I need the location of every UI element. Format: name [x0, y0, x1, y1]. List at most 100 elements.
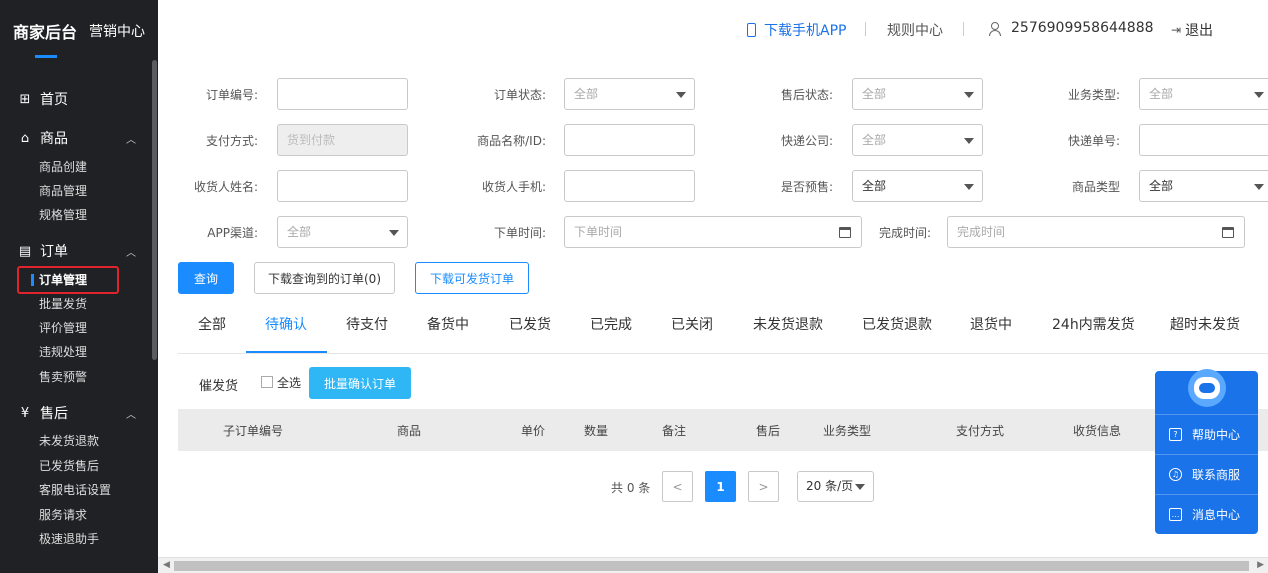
scroll-left-icon[interactable]: ◀ [163, 560, 170, 570]
sidebar-item-service-request[interactable]: 服务请求 [39, 506, 87, 523]
col-unit-price: 单价 [521, 424, 546, 438]
help-center-label: 帮助中心 [1192, 428, 1241, 442]
next-page-button[interactable]: > [748, 471, 779, 502]
courier-select[interactable]: 全部 [852, 124, 983, 156]
page-1-button[interactable]: 1 [705, 471, 736, 502]
sidebar-item-label: 首页 [40, 92, 68, 108]
robot-face-icon [1194, 377, 1220, 399]
caret-down-icon [1254, 92, 1264, 98]
order-status-value: 全部 [574, 87, 599, 101]
col-biz-type: 业务类型 [823, 424, 872, 438]
sidebar-group-orders[interactable]: ▤ 订单 ︿ [18, 241, 136, 261]
product-type-label: 商品类型 [1071, 180, 1120, 194]
prev-page-button[interactable]: < [662, 471, 693, 502]
grid-icon: ⊞ [19, 91, 31, 107]
service-float-panel: ? 帮助中心 ♫ 联系商服 … 消息中心 [1155, 369, 1258, 534]
contact-service-button[interactable]: ♫ 联系商服 [1155, 454, 1258, 494]
query-button[interactable]: 查询 [178, 262, 234, 294]
tab-unshipped-refund[interactable]: 未发货退款 [753, 314, 823, 334]
page-size-value: 20 条/页 [806, 479, 854, 493]
sidebar-item-sales-alert[interactable]: 售卖预警 [39, 368, 87, 385]
tab-returning[interactable]: 退货中 [970, 314, 1012, 334]
presale-value: 全部 [862, 179, 887, 193]
scroll-right-icon[interactable]: ▶ [1257, 560, 1264, 570]
col-product: 商品 [397, 424, 422, 438]
logout-button[interactable]: ⇥ 退出 [1171, 20, 1213, 40]
biz-type-select[interactable]: 全部 [1139, 78, 1268, 110]
page-size-select[interactable]: 20 条/页 [797, 471, 874, 502]
brand-title[interactable]: 商家后台 [13, 19, 77, 43]
tab-preparing[interactable]: 备货中 [427, 314, 469, 334]
order-no-input[interactable] [277, 78, 408, 110]
sidebar-item-spec-manage[interactable]: 规格管理 [39, 206, 87, 223]
tab-overdue-unshipped[interactable]: 超时未发货 [1170, 314, 1240, 334]
sidebar-item-home[interactable]: ⊞ 首页 [18, 89, 68, 109]
download-app-link[interactable]: 下载手机APP [747, 20, 846, 40]
tab-all[interactable]: 全部 [198, 314, 226, 334]
batch-confirm-button[interactable]: 批量确认订单 [309, 367, 411, 399]
header-divider [963, 22, 964, 36]
sidebar-item-review-manage[interactable]: 评价管理 [39, 319, 87, 336]
col-sub-order-no: 子订单编号 [223, 424, 284, 438]
order-status-select[interactable]: 全部 [564, 78, 695, 110]
order-time-picker[interactable]: 下单时间 [564, 216, 862, 248]
tab-ship-within-24h[interactable]: 24h内需发货 [1052, 314, 1135, 334]
col-quantity: 数量 [584, 424, 609, 438]
product-name-input[interactable] [564, 124, 695, 156]
tab-pending-payment[interactable]: 待支付 [346, 314, 388, 334]
receiver-phone-label: 收货人手机: [481, 180, 546, 194]
receiver-phone-input[interactable] [564, 170, 695, 202]
sidebar-item-unshipped-refund[interactable]: 未发货退款 [39, 432, 99, 449]
tracking-no-input[interactable] [1139, 124, 1268, 156]
tab-closed[interactable]: 已关闭 [671, 314, 713, 334]
tab-shipped-refund[interactable]: 已发货退款 [862, 314, 932, 334]
scrollbar-thumb[interactable] [174, 561, 1249, 571]
sidebar-scrollbar[interactable] [152, 60, 157, 360]
sidebar-group-products[interactable]: ⌂ 商品 ︿ [18, 128, 136, 148]
sidebar-item-fast-refund[interactable]: 极速退助手 [39, 530, 99, 547]
user-id: 2576909958644888 [1011, 20, 1154, 36]
caret-down-icon [964, 138, 974, 144]
sidebar-item-violation[interactable]: 违规处理 [39, 343, 87, 360]
biz-type-label: 业务类型: [1067, 88, 1120, 102]
brand-subtitle-marketing-center[interactable]: 营销中心 [89, 21, 145, 41]
rules-center-link[interactable]: 规则中心 [887, 20, 943, 40]
receiver-name-input[interactable] [277, 170, 408, 202]
message-center-button[interactable]: … 消息中心 [1155, 494, 1258, 534]
after-sale-status-label: 售后状态: [780, 88, 833, 102]
tab-pending-confirm[interactable]: 待确认 [265, 314, 307, 334]
courier-label: 快递公司: [780, 134, 833, 148]
select-all-label[interactable]: 全选 [277, 374, 301, 391]
sidebar-item-order-manage[interactable]: 订单管理 [39, 271, 87, 288]
presale-select[interactable]: 全部 [852, 170, 983, 202]
sidebar-item-product-create[interactable]: 商品创建 [39, 158, 87, 175]
caret-down-icon [676, 92, 686, 98]
sidebar-item-shipped-aftersale[interactable]: 已发货售后 [39, 457, 99, 474]
download-shippable-orders-button[interactable]: 下载可发货订单 [415, 262, 529, 294]
sidebar-item-batch-ship[interactable]: 批量发货 [39, 295, 87, 312]
sidebar-item-service-phone[interactable]: 客服电话设置 [39, 481, 111, 498]
col-remark: 备注 [662, 424, 687, 438]
logout-label: 退出 [1185, 23, 1214, 39]
order-time-label: 下单时间: [493, 226, 546, 240]
urge-shipment-label[interactable]: 催发货 [199, 375, 238, 394]
yen-icon: ¥ [20, 405, 30, 421]
after-sale-status-select[interactable]: 全部 [852, 78, 983, 110]
col-pay-method: 支付方式 [956, 424, 1005, 438]
finish-time-picker[interactable]: 完成时间 [947, 216, 1245, 248]
sidebar-group-after-sales[interactable]: ¥ 售后 ︿ [18, 403, 136, 423]
horizontal-scrollbar[interactable]: ◀ ▶ [158, 557, 1268, 573]
message-center-label: 消息中心 [1192, 508, 1241, 522]
app-channel-select[interactable]: 全部 [277, 216, 408, 248]
download-app-label: 下载手机APP [764, 23, 847, 39]
user-account[interactable]: 2576909958644888 [987, 20, 1154, 36]
help-center-button[interactable]: ? 帮助中心 [1155, 414, 1258, 454]
tab-shipped[interactable]: 已发货 [509, 314, 551, 334]
select-all-checkbox[interactable] [261, 376, 273, 388]
download-queried-orders-button[interactable]: 下载查询到的订单(0) [254, 262, 395, 294]
product-type-select[interactable]: 全部 [1139, 170, 1268, 202]
robot-avatar-icon[interactable] [1188, 369, 1226, 407]
caret-down-icon [964, 184, 974, 190]
sidebar-item-product-manage[interactable]: 商品管理 [39, 182, 87, 199]
tab-completed[interactable]: 已完成 [590, 314, 632, 334]
